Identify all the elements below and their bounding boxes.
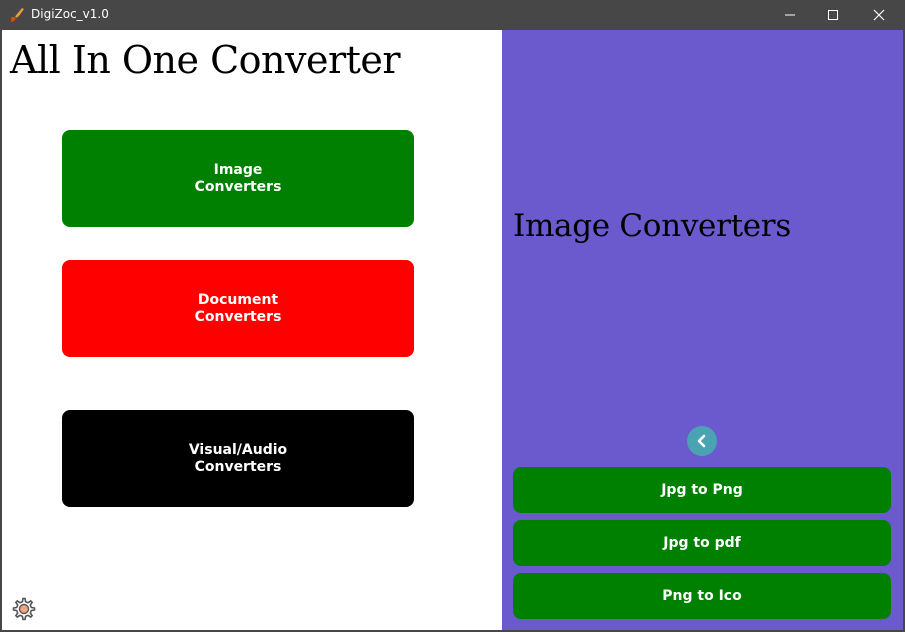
- quill-icon: [8, 6, 26, 24]
- section-title: Image Converters: [513, 208, 791, 244]
- png-to-ico-button[interactable]: Png to Ico: [513, 573, 891, 619]
- jpg-to-png-button[interactable]: Jpg to Png: [513, 467, 891, 513]
- chevron-left-icon: [697, 434, 706, 448]
- minimize-icon: [785, 14, 795, 16]
- jpg-to-pdf-button[interactable]: Jpg to pdf: [513, 520, 891, 566]
- main-menu-panel: All In One Converter Image Converters Do…: [2, 30, 502, 630]
- window-title: DigiZoc_v1.0: [31, 7, 109, 21]
- image-converters-panel: Image Converters Jpg to Png Jpg to pdf P…: [502, 30, 903, 630]
- visual-audio-converters-button[interactable]: Visual/Audio Converters: [62, 410, 414, 507]
- image-converters-button[interactable]: Image Converters: [62, 130, 414, 227]
- gear-icon[interactable]: [10, 595, 38, 623]
- title-bar: DigiZoc_v1.0: [0, 0, 905, 30]
- close-button[interactable]: [856, 0, 902, 30]
- back-button[interactable]: [687, 426, 717, 456]
- app-title: All In One Converter: [10, 38, 401, 82]
- document-converters-button[interactable]: Document Converters: [62, 260, 414, 357]
- close-icon: [873, 9, 885, 21]
- maximize-button[interactable]: [810, 0, 856, 30]
- minimize-button[interactable]: [767, 0, 813, 30]
- maximize-icon: [828, 10, 838, 20]
